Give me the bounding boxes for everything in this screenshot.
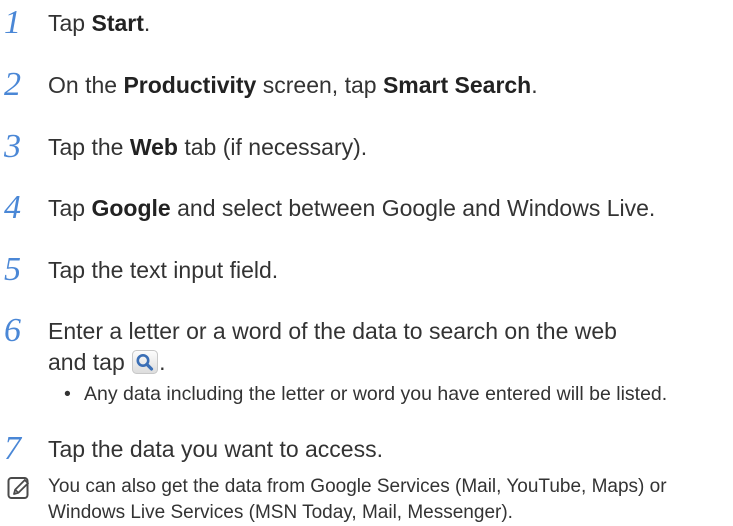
step-text-line: and tap . (48, 347, 725, 378)
step-keyword: Smart Search (382, 72, 532, 98)
step-keyword: Productivity (123, 72, 257, 98)
step-text: Tap the data you want to access. (48, 436, 383, 462)
step-number: 3 (4, 128, 21, 165)
step-text-line: Enter a letter or a word of the data to … (48, 318, 617, 344)
step-text-part: Tap (48, 195, 92, 221)
step-number: 4 (4, 189, 21, 226)
note-pencil-icon (7, 476, 31, 500)
step-keyword: Google (91, 195, 171, 221)
bullet-text: Any data including the letter or word yo… (84, 383, 668, 405)
step-text-part: . (143, 10, 151, 36)
step-text: On the Productivity screen, tap Smart Se… (48, 70, 725, 101)
step-text: Tap the Web tab (if necessary). (48, 132, 725, 163)
step-text-part: On the (48, 72, 124, 98)
step-text-part: Tap the (48, 134, 130, 160)
step-text: Enter a letter or a word of the data to … (48, 316, 725, 378)
step-text: Tap Google and select between Google and… (48, 193, 725, 224)
step-text: Tap Start. (48, 8, 725, 39)
step-number: 1 (4, 4, 21, 41)
step-number: 5 (4, 251, 21, 288)
search-icon (132, 350, 159, 374)
step-text-part: . (531, 72, 538, 98)
step-text-part: tab (if necessary). (177, 134, 368, 160)
step-text-part: screen, tap (256, 72, 383, 98)
step-number: 6 (4, 312, 21, 349)
step-text: Tap the text input field. (48, 257, 279, 283)
step-text-part: . (159, 349, 166, 375)
bullet-dot: • (64, 383, 71, 405)
step-keyword: Start (91, 10, 144, 36)
step-number: 2 (4, 66, 21, 103)
step-text-part: Tap (48, 10, 92, 36)
step-text-part: and select between Google and Windows Li… (170, 195, 656, 221)
step-number: 7 (4, 430, 21, 467)
step-keyword: Web (129, 134, 178, 160)
step-text-part: and tap (48, 349, 132, 375)
note-text: You can also get the data from Google Se… (48, 476, 667, 523)
